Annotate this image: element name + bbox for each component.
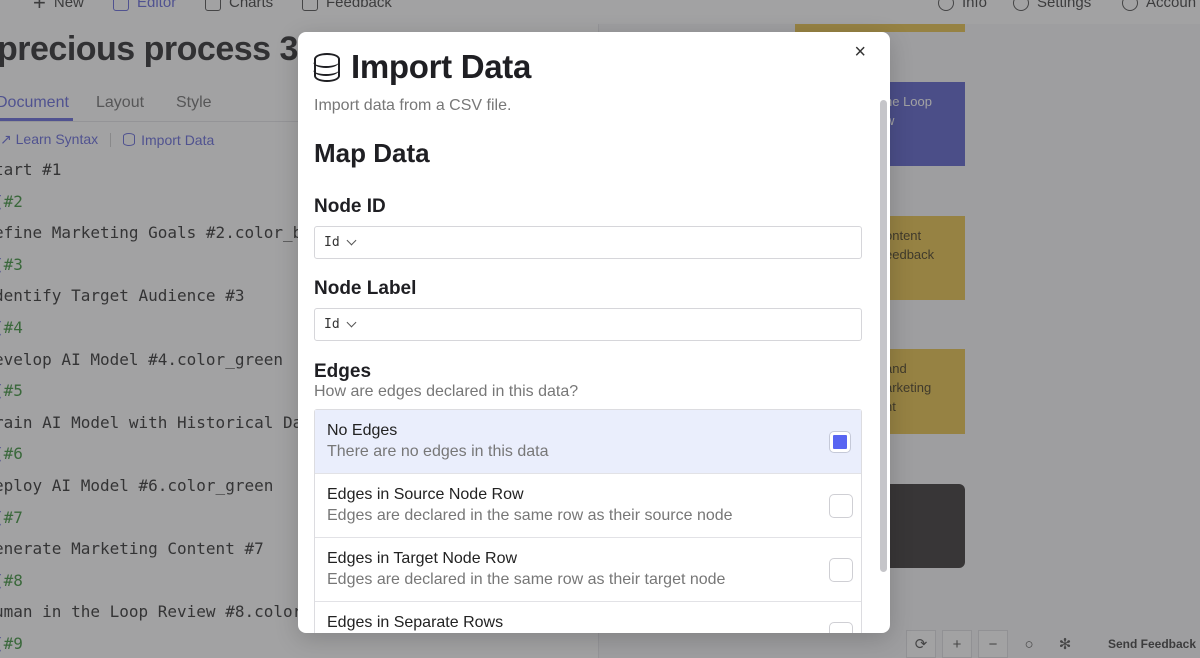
checkbox[interactable] [829, 558, 853, 582]
close-button[interactable]: × [854, 42, 866, 62]
edges-options: No Edges There are no edges in this data… [314, 409, 862, 633]
option-description: Edges are declared in the same row as th… [327, 507, 733, 524]
checkbox[interactable] [830, 432, 850, 452]
node-id-value: Id [324, 235, 340, 250]
option-description: There are no edges in this data [327, 443, 549, 460]
modal-title: Import Data [351, 48, 532, 85]
option-title: No Edges [327, 422, 398, 439]
checkbox[interactable] [829, 622, 853, 633]
node-label-value: Id [324, 317, 340, 332]
option-no-edges[interactable]: No Edges There are no edges in this data [315, 410, 861, 474]
modal-scrollbar[interactable] [880, 100, 887, 572]
option-title: Edges in Target Node Row [327, 550, 518, 567]
node-label-label: Node Label [314, 278, 417, 299]
chevron-down-icon [346, 317, 357, 328]
chevron-down-icon [346, 235, 357, 246]
checkbox[interactable] [829, 494, 853, 518]
option-title: Edges in Source Node Row [327, 486, 524, 503]
database-icon [313, 52, 340, 82]
modal-subtitle: Import data from a CSV file. [314, 97, 512, 114]
option-edges-target-row[interactable]: Edges in Target Node Row Edges are decla… [315, 538, 861, 602]
option-edges-source-row[interactable]: Edges in Source Node Row Edges are decla… [315, 474, 861, 538]
option-title: Edges in Separate Rows [327, 614, 504, 631]
node-id-select[interactable]: Id [314, 226, 862, 259]
import-data-modal: × Import Data Import data from a CSV fil… [298, 32, 890, 633]
option-description: Edges are declared in the same row as th… [327, 571, 726, 588]
modal-header: Import Data [313, 48, 532, 86]
option-edges-separate-rows[interactable]: Edges in Separate Rows [315, 602, 861, 633]
section-title: Map Data [314, 138, 430, 168]
node-id-label: Node ID [314, 196, 386, 217]
edges-label: Edges [314, 361, 372, 382]
node-label-select[interactable]: Id [314, 308, 862, 341]
edges-hint: How are edges declared in this data? [314, 383, 579, 400]
